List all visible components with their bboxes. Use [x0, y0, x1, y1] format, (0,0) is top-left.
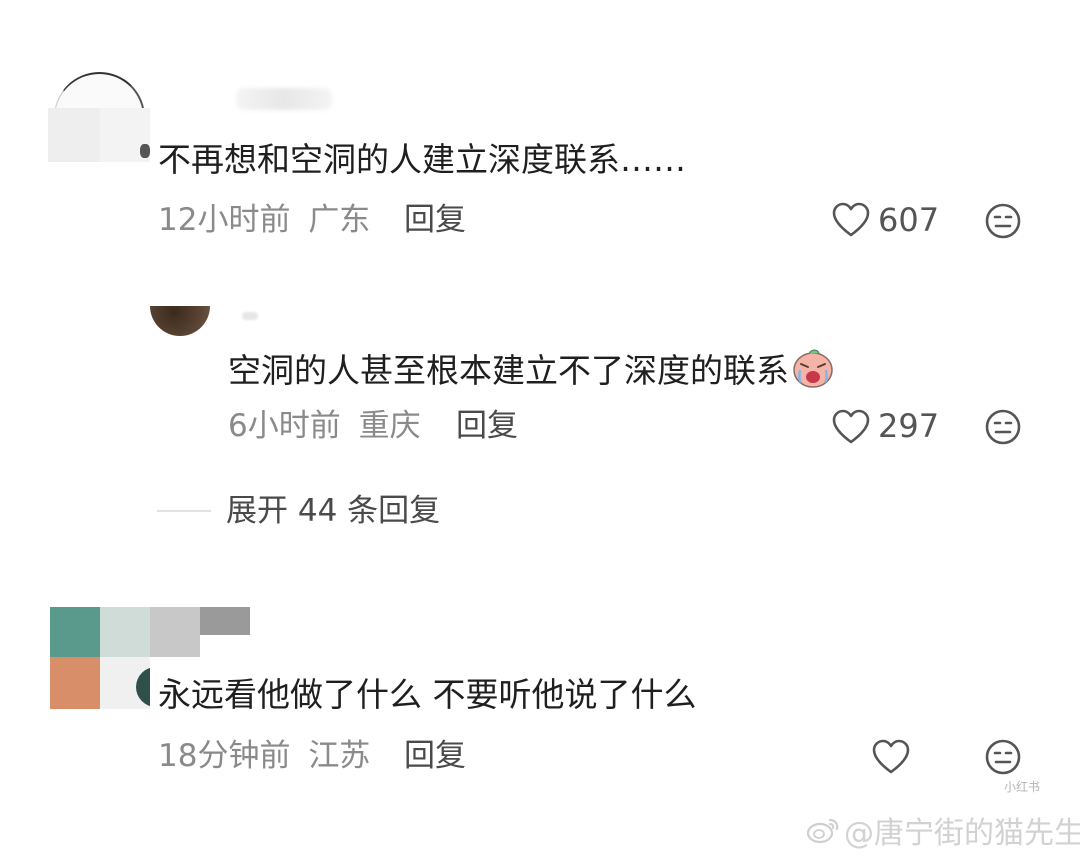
- heart-outline-icon: [872, 739, 912, 775]
- reply-button-1[interactable]: 回复: [404, 200, 466, 240]
- dislike-button-1[interactable]: [984, 202, 1022, 240]
- heart-outline-icon: [832, 409, 872, 445]
- reply-button-3[interactable]: 回复: [404, 736, 466, 776]
- comment-time-1: 12小时前: [158, 202, 291, 238]
- comment-meta-1: 12小时前 广东: [158, 200, 370, 240]
- comment-text-2-body: 空洞的人甚至根本建立不了深度的联系: [228, 351, 789, 390]
- expand-divider: [157, 510, 211, 512]
- like-count-2: 297: [878, 407, 940, 445]
- expand-replies-button[interactable]: 展开 44 条回复: [226, 491, 440, 531]
- comment-location-1: 广东: [308, 202, 371, 238]
- crying-face-sticker-icon: [791, 346, 835, 399]
- comment-meta-2: 6小时前 重庆: [228, 406, 421, 446]
- watermark-small: 小红书: [1004, 780, 1041, 794]
- comment-location-3: 江苏: [308, 738, 371, 774]
- comment-text-3: 永远看他做了什么 不要听他说了什么: [158, 675, 697, 714]
- neutral-face-icon: [984, 202, 1022, 240]
- like-count-1: 607: [878, 201, 940, 239]
- commenter-name-redacted-2: [242, 312, 258, 320]
- like-button-1[interactable]: [832, 202, 872, 240]
- commenter-avatar-2[interactable]: [148, 306, 210, 340]
- reply-button-2[interactable]: 回复: [456, 406, 518, 446]
- heart-outline-icon: [832, 202, 872, 238]
- dislike-button-3[interactable]: [984, 738, 1022, 776]
- commenter-name-redacted-1: [236, 88, 332, 110]
- commenter-avatar-1[interactable]: [48, 72, 150, 162]
- comment-text-1: 不再想和空洞的人建立深度联系……: [158, 140, 686, 179]
- comment-text-2: 空洞的人甚至根本建立不了深度的联系: [228, 346, 835, 399]
- dislike-button-2[interactable]: [984, 408, 1022, 446]
- watermark: @唐宁街的猫先生: [806, 814, 1080, 855]
- comment-location-2: 重庆: [358, 408, 421, 444]
- comment-time-3: 18分钟前: [158, 738, 291, 774]
- watermark-text: @唐宁街的猫先生: [844, 816, 1080, 851]
- weibo-logo-icon: [806, 815, 840, 855]
- neutral-face-icon: [984, 738, 1022, 776]
- like-button-2[interactable]: [832, 409, 872, 447]
- neutral-face-icon: [984, 408, 1022, 446]
- comment-time-2: 6小时前: [228, 408, 341, 444]
- comment-meta-3: 18分钟前 江苏: [158, 736, 370, 776]
- like-button-3[interactable]: [872, 739, 912, 777]
